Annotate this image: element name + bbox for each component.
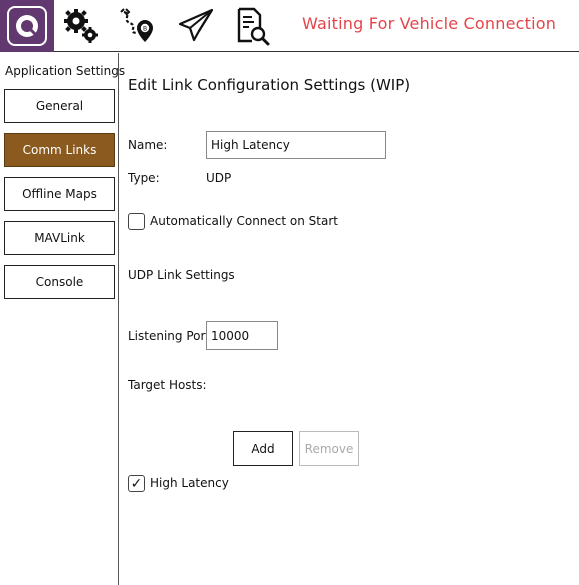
paper-plane-icon [178, 8, 214, 42]
name-field[interactable]: High Latency [206, 131, 386, 159]
listening-port-field[interactable]: 10000 [206, 321, 278, 350]
target-hosts-label: Target Hosts: [128, 378, 207, 392]
top-toolbar: B Waiting For Vehicle Connection [0, 0, 579, 52]
high-latency-checkbox[interactable]: ✓ [128, 475, 145, 492]
sidebar-item-comm-links[interactable]: Comm Links [4, 133, 115, 167]
remove-host-button[interactable]: Remove [299, 431, 359, 466]
sidebar-item-offline-maps[interactable]: Offline Maps [4, 177, 115, 211]
gears-icon [64, 9, 98, 43]
high-latency-label: High Latency [150, 476, 229, 490]
settings-sidebar: Application Settings General Comm Links … [0, 53, 125, 585]
auto-connect-label: Automatically Connect on Start [150, 214, 338, 228]
auto-connect-checkbox[interactable] [128, 213, 145, 230]
analyze-button[interactable] [228, 0, 276, 52]
link-config-panel: Edit Link Configuration Settings (WIP) N… [120, 53, 579, 585]
document-search-icon [237, 7, 270, 46]
type-value: UDP [206, 171, 232, 185]
type-label: Type: [128, 171, 160, 185]
qgc-logo-button[interactable] [0, 0, 54, 52]
sidebar-item-general[interactable]: General [4, 89, 115, 123]
sidebar-item-console[interactable]: Console [4, 265, 115, 299]
page-title: Edit Link Configuration Settings (WIP) [128, 76, 411, 94]
sidebar-header: Application Settings [5, 64, 126, 78]
add-host-button[interactable]: Add [233, 431, 293, 466]
sidebar-item-mavlink[interactable]: MAVLink [4, 221, 115, 255]
fly-button[interactable] [172, 0, 220, 52]
plan-button[interactable]: B [114, 0, 162, 52]
svg-text:B: B [143, 26, 147, 33]
qgc-logo-icon [7, 6, 47, 46]
check-mark-icon: ✓ [130, 475, 143, 492]
listening-port-label: Listening Port [128, 329, 211, 343]
plan-route-icon: B [120, 8, 153, 42]
udp-section-label: UDP Link Settings [128, 268, 235, 282]
name-label: Name: [128, 138, 168, 152]
vehicle-status-text: Waiting For Vehicle Connection [302, 14, 557, 33]
settings-button[interactable] [58, 0, 106, 52]
